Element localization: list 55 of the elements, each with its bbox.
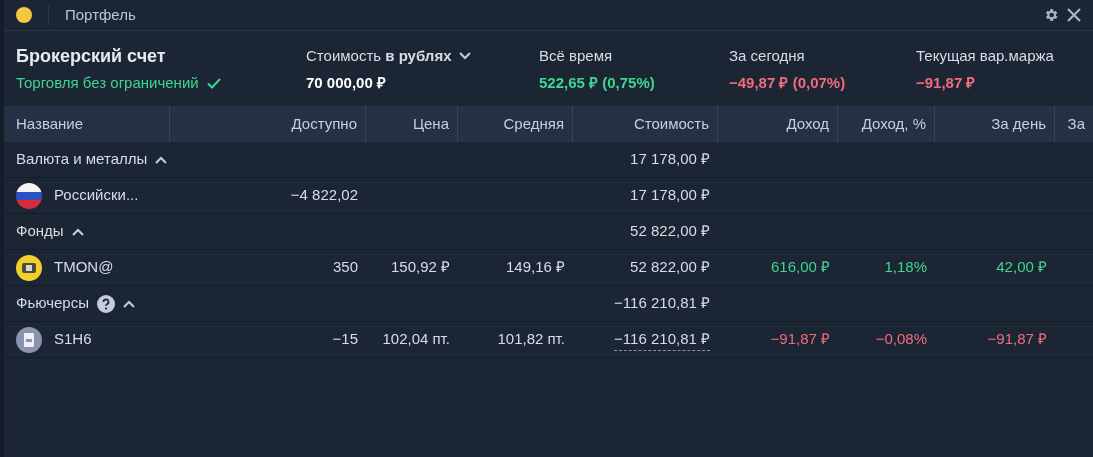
table-cell-text: 616,00 ₽ bbox=[770, 257, 830, 278]
table-cell-text: 150,92 ₽ bbox=[390, 257, 450, 278]
column-header[interactable]: Доход bbox=[786, 112, 829, 136]
column-header[interactable]: Название bbox=[16, 112, 84, 136]
window-title: Портфель bbox=[65, 4, 136, 25]
group-total: −116 210,81 ₽ bbox=[614, 293, 710, 314]
column-header[interactable]: Цена bbox=[412, 112, 449, 136]
stat-value: 70 000,00 ₽ bbox=[306, 73, 387, 93]
table-cell-text: 101,82 пт. bbox=[497, 329, 565, 350]
column-header[interactable]: Доступно bbox=[291, 112, 357, 136]
chevron-down-icon[interactable] bbox=[459, 52, 472, 60]
settings-icon[interactable] bbox=[1043, 7, 1059, 23]
stat-value: 522,65 ₽ (0,75%) bbox=[539, 73, 656, 93]
table-cell-text: 102,04 пт. bbox=[382, 329, 450, 350]
group-name: Фонды bbox=[16, 221, 64, 242]
table-cell-text: 17 178,00 ₽ bbox=[630, 185, 710, 206]
table-cell-text: 42,00 ₽ bbox=[996, 257, 1047, 278]
table-cell: −116 210,81 ₽ bbox=[614, 327, 710, 352]
column-header[interactable]: Средняя bbox=[503, 112, 564, 136]
chevron-up-icon[interactable] bbox=[155, 155, 168, 164]
close-icon[interactable] bbox=[1067, 8, 1081, 22]
table-cell-text: −4 822,02 bbox=[290, 185, 358, 206]
stat-value: −49,87 ₽ (0,07%) bbox=[729, 73, 847, 93]
table-cell-text: 52 822,00 ₽ bbox=[630, 257, 710, 278]
column-header[interactable]: За день bbox=[991, 112, 1046, 136]
column-header[interactable]: За bbox=[1067, 112, 1085, 136]
group-name: Валюта и металлы bbox=[16, 149, 148, 170]
stat-label: Текущая вар.маржа bbox=[916, 46, 1054, 66]
flag-icon bbox=[16, 182, 42, 209]
table-cell-text: 350 bbox=[332, 257, 358, 278]
help-icon[interactable] bbox=[96, 294, 115, 313]
account-status: Торговля без ограничений bbox=[16, 73, 199, 93]
table-cell-text: −91,87 ₽ bbox=[987, 329, 1047, 350]
table-cell-text: 1,18% bbox=[884, 257, 927, 278]
group-name: Фьючерсы bbox=[16, 293, 89, 314]
coin-icon bbox=[16, 254, 42, 281]
instrument-name[interactable]: TMON@ bbox=[54, 256, 114, 279]
stat-label: Стоимость в рублях bbox=[306, 46, 452, 66]
table-cell-text: −91,87 ₽ bbox=[770, 329, 830, 350]
instrument-name[interactable]: Российски... bbox=[54, 184, 139, 207]
stat-label: Всё время bbox=[539, 46, 613, 66]
table-cell-text: −0,08% bbox=[875, 329, 927, 350]
instrument-name[interactable]: S1H6 bbox=[54, 328, 92, 351]
stat-value: −91,87 ₽ bbox=[916, 73, 977, 93]
table-cell-text: −15 bbox=[332, 329, 358, 350]
document-icon bbox=[16, 326, 42, 353]
stat-label: За сегодня bbox=[729, 46, 805, 66]
group-total: 17 178,00 ₽ bbox=[630, 149, 710, 170]
group-total: 52 822,00 ₽ bbox=[630, 221, 710, 242]
chevron-up-icon[interactable] bbox=[71, 227, 84, 236]
column-header[interactable]: Доход, % bbox=[861, 112, 926, 136]
column-header[interactable]: Стоимость bbox=[633, 112, 709, 136]
table-cell-text: 149,16 ₽ bbox=[505, 257, 565, 278]
account-title: Брокерский счет bbox=[16, 45, 167, 67]
chevron-up-icon[interactable] bbox=[122, 299, 135, 308]
